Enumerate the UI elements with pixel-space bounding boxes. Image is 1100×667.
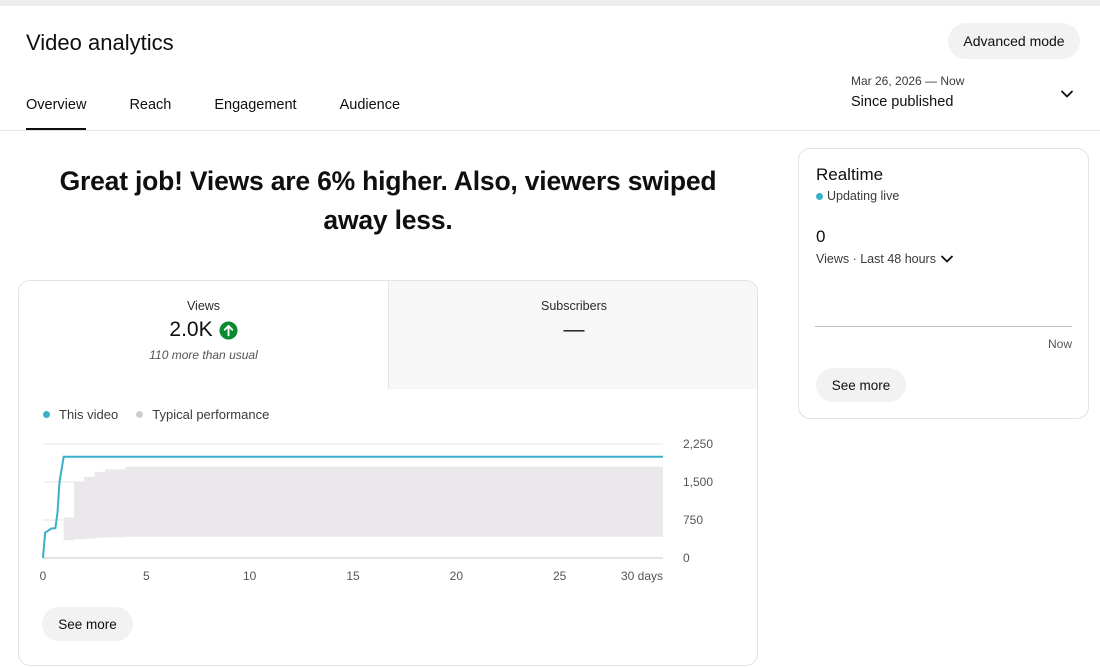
y-tick-label: 2,250 — [683, 437, 713, 451]
x-tick-label: 25 — [553, 569, 567, 583]
x-tick-label: 15 — [346, 569, 360, 583]
chevron-down-icon — [1060, 90, 1074, 98]
realtime-period-dropdown[interactable]: Views · Last 48 hours — [816, 252, 955, 266]
date-range-selector[interactable]: Mar 26, 2026 — Now Since published — [851, 74, 1077, 118]
page-title: Video analytics — [26, 30, 174, 55]
realtime-status: Updating live — [816, 189, 899, 203]
realtime-see-more-button[interactable]: See more — [816, 368, 906, 402]
tab-audience[interactable]: Audience — [340, 90, 400, 130]
insight-headline: Great job! Views are 6% higher. Also, vi… — [59, 166, 717, 235]
x-tick-label: 5 — [143, 569, 150, 583]
advanced-mode-button[interactable]: Advanced mode — [948, 23, 1080, 59]
header-divider — [0, 130, 1100, 131]
realtime-status-text: Updating live — [827, 189, 900, 203]
tab-overview[interactable]: Overview — [26, 90, 87, 130]
tab-engagement[interactable]: Engagement — [214, 90, 296, 130]
see-more-button[interactable]: See more — [42, 607, 133, 641]
top-strip — [0, 0, 1100, 6]
x-tick-label: 10 — [243, 569, 257, 583]
chevron-down-icon — [940, 255, 954, 263]
typical-performance-band — [43, 466, 663, 558]
realtime-title: Realtime — [816, 165, 884, 184]
y-tick-label: 750 — [683, 513, 703, 527]
realtime-axis-line — [815, 326, 1072, 327]
x-tick-label: 20 — [450, 569, 464, 583]
views-chart: 0 750 1,500 2,250 0 5 10 15 20 25 30 days — [40, 437, 714, 583]
date-range-value: Since published — [851, 94, 954, 110]
y-tick-label: 1,500 — [683, 475, 713, 489]
realtime-axis-now: Now — [1047, 337, 1072, 351]
realtime-count: 0 — [816, 227, 826, 246]
x-tick-label: 0 — [40, 569, 47, 583]
x-tick-label: 30 days — [621, 569, 663, 583]
live-dot-icon — [816, 192, 823, 200]
views-card: Views 2.0K 110 more than usual Subscribe… — [18, 280, 758, 666]
tab-bar: Overview Reach Engagement Audience — [26, 90, 443, 130]
date-range-text: Mar 26, 2026 — Now — [851, 74, 965, 88]
y-tick-label: 0 — [683, 551, 690, 565]
realtime-card: Realtime Updating live 0 Views · Last 48… — [798, 148, 1089, 419]
tab-reach[interactable]: Reach — [129, 90, 171, 130]
realtime-period-label: Views · Last 48 hours — [816, 252, 936, 266]
